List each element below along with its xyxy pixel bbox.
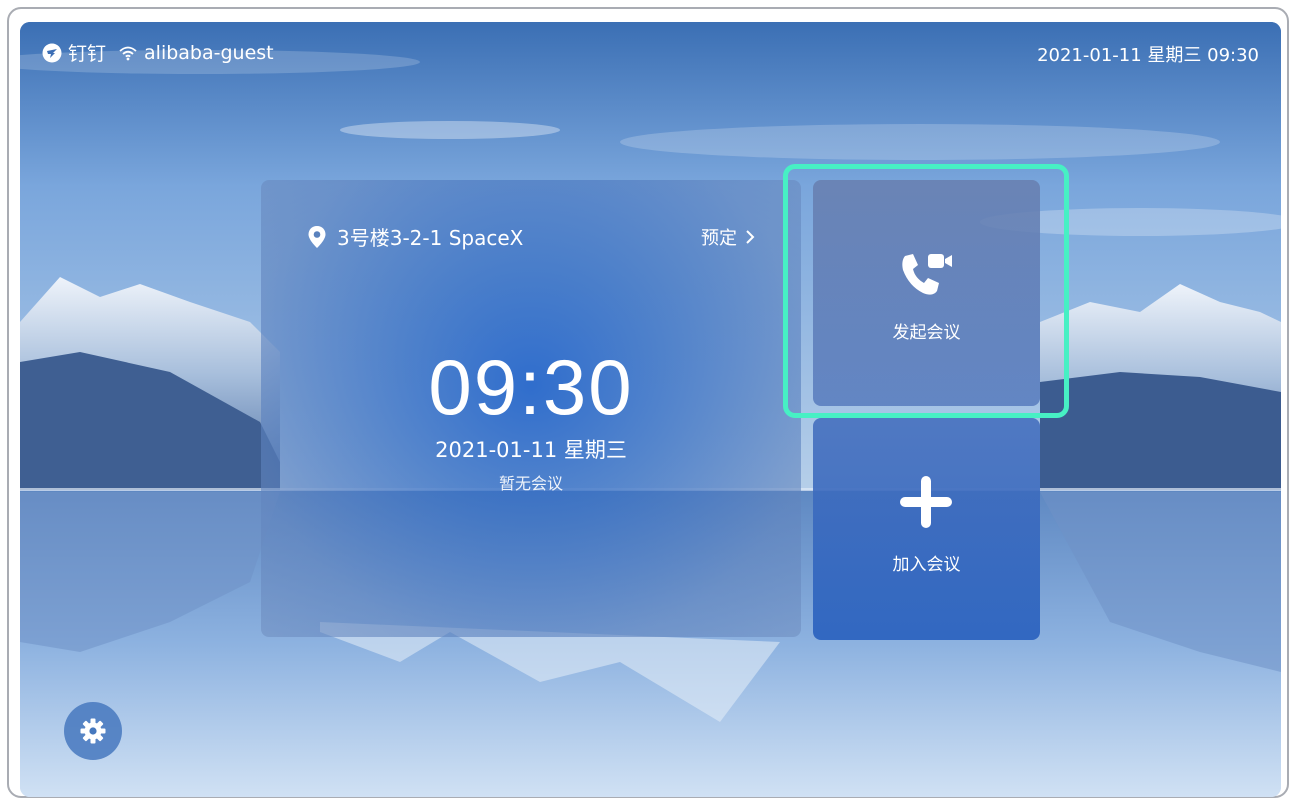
join-meeting-label: 加入会议 [892,555,961,575]
status-bar-left: 钉钉 alibaba-guest [42,39,274,66]
settings-button[interactable] [64,702,122,760]
join-meeting-button[interactable]: 加入会议 [813,418,1040,640]
video-call-icon [902,254,952,295]
meeting-status: 暂无会议 [498,474,563,493]
room-info-card: 3号楼3-2-1 SpaceX 预定 09:30 2021-01-11 星期三 … [261,180,801,637]
meeting-room-home-screen: 钉钉 alibaba-guest 2021-01-11 星期三 09:30 3号… [20,22,1281,797]
room-location-label: 3号楼3-2-1 SpaceX [337,226,524,250]
start-meeting-label: 发起会议 [892,323,961,343]
reserve-link[interactable]: 预定 [701,224,755,250]
chevron-right-icon [746,230,755,244]
reserve-label: 预定 [701,228,737,249]
start-meeting-button[interactable]: 发起会议 [813,180,1040,406]
plus-icon [900,476,952,528]
location-pin-icon [308,225,326,248]
current-date: 2021-01-11 星期三 [435,438,627,462]
room-location: 3号楼3-2-1 SpaceX [307,222,523,251]
app-name: 钉钉 [68,43,107,65]
wifi-icon [119,46,137,60]
status-datetime: 2021-01-11 星期三 09:30 [1037,45,1259,66]
dingtalk-logo-icon [42,43,62,62]
wifi-network-name: alibaba-guest [144,41,274,64]
gear-icon [80,718,106,744]
current-time: 09:30 [428,343,634,431]
